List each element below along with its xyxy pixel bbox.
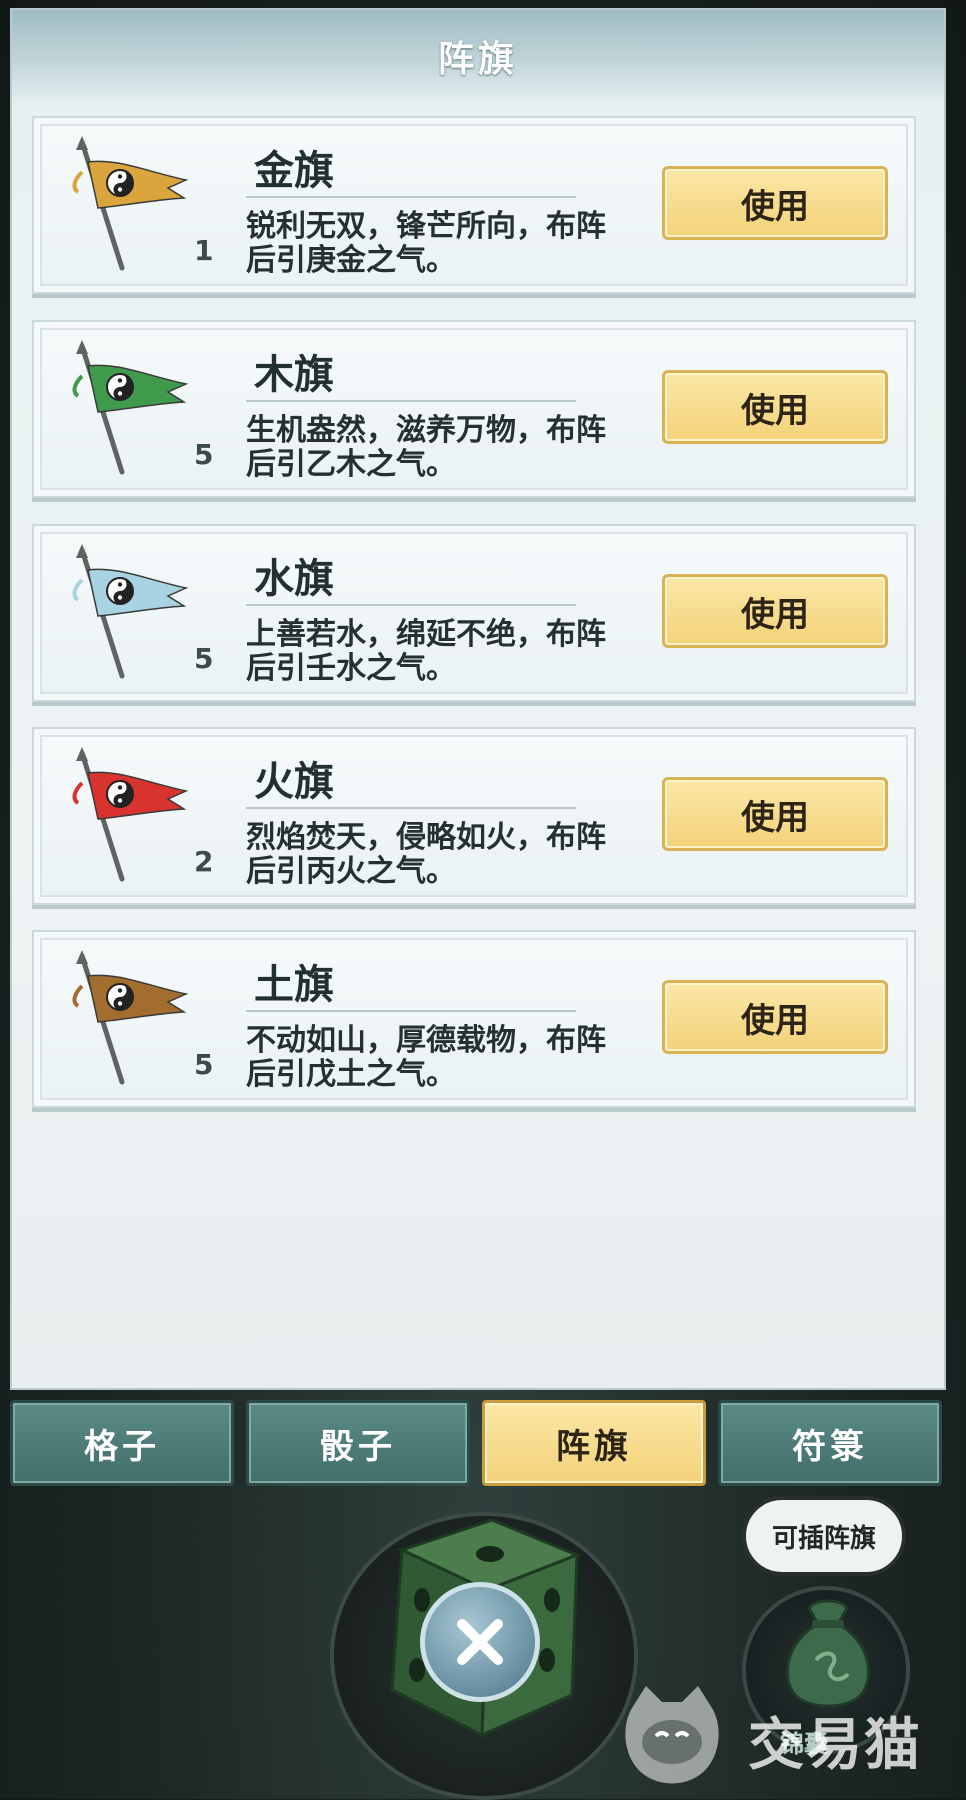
flag-count: 5: [194, 1048, 214, 1081]
divider: [246, 604, 576, 606]
flag-icon: [72, 340, 188, 475]
flag-name: 土旗: [254, 961, 334, 1008]
use-button[interactable]: 使用: [662, 777, 888, 851]
flag-icon: [72, 950, 188, 1085]
use-button[interactable]: 使用: [662, 166, 888, 240]
pouch-icon[interactable]: [776, 1590, 880, 1710]
use-button[interactable]: 使用: [662, 980, 888, 1054]
flag-count: 1: [194, 234, 214, 267]
flag-name: 木旗: [254, 351, 334, 398]
divider: [246, 400, 576, 402]
flag-card: 2 火旗烈焰焚天，侵略如火，布阵后引丙火之气。 使用: [32, 727, 916, 905]
close-icon: [457, 1619, 503, 1665]
use-button[interactable]: 使用: [662, 574, 888, 648]
flag-name: 金旗: [254, 147, 334, 194]
flag-description: 生机盎然，滋养万物，布阵后引乙木之气。: [246, 413, 606, 482]
flag-description: 锐利无双，锋芒所向，布阵后引庚金之气。: [246, 209, 606, 278]
flag-description: 烈焰焚天，侵略如火，布阵后引丙火之气。: [246, 820, 606, 889]
flag-description: 上善若水，绵延不绝，布阵后引壬水之气。: [246, 617, 606, 686]
divider: [246, 196, 576, 198]
flag-name: 水旗: [254, 555, 334, 602]
flag-name: 火旗: [254, 758, 334, 805]
flag-count: 5: [194, 642, 214, 675]
tab-talismans[interactable]: 符箓: [718, 1400, 942, 1486]
use-button[interactable]: 使用: [662, 370, 888, 444]
flag-card: 5 水旗上善若水，绵延不绝，布阵后引壬水之气。 使用: [32, 524, 916, 702]
tab-flags[interactable]: 阵旗: [482, 1400, 706, 1486]
flag-count: 2: [194, 845, 214, 878]
divider: [246, 1010, 576, 1012]
watermark-text: 交易猫: [748, 1713, 922, 1778]
panel-title: 阵旗: [437, 39, 518, 80]
flag-count: 5: [194, 438, 214, 471]
flag-icon: [72, 747, 188, 882]
divider: [246, 807, 576, 809]
tab-dice[interactable]: 骰子: [246, 1400, 470, 1486]
tab-grid[interactable]: 格子: [10, 1400, 234, 1486]
close-button[interactable]: [420, 1582, 540, 1702]
flag-card: 1 金旗锐利无双，锋芒所向，布阵后引庚金之气。 使用: [32, 116, 916, 294]
cat-logo-icon: [625, 1686, 719, 1784]
hint-bubble: 可插阵旗: [742, 1496, 906, 1576]
flag-description: 不动如山，厚德载物，布阵后引戊土之气。: [246, 1023, 606, 1092]
bottom-tabs: 格子 骰子 阵旗 符箓: [10, 1400, 946, 1486]
flag-icon: [72, 136, 188, 271]
flag-icon: [72, 544, 188, 679]
flag-card: 5 木旗生机盎然，滋养万物，布阵后引乙木之气。 使用: [32, 320, 916, 498]
flag-card: 5 土旗不动如山，厚德载物，布阵后引戊土之气。 使用: [32, 930, 916, 1108]
